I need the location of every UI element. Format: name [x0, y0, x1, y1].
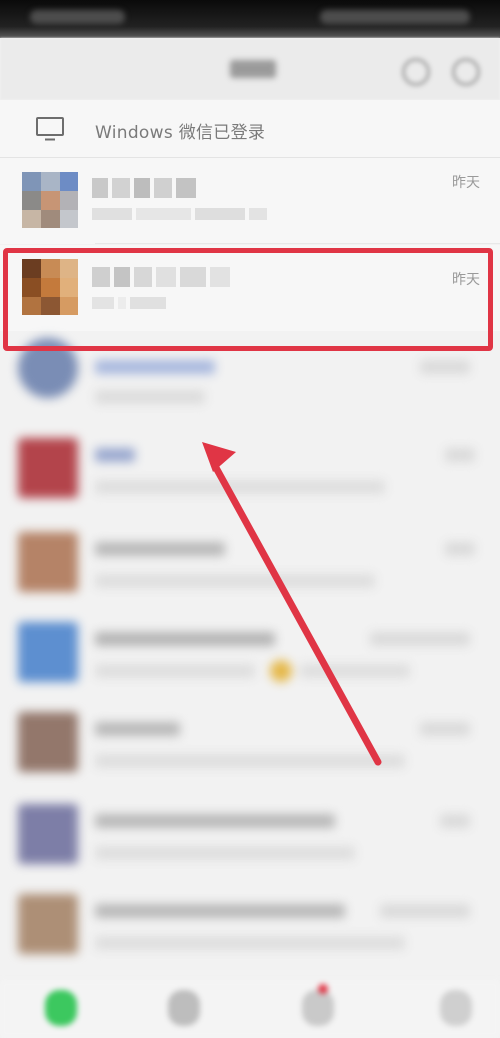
chats-tab-icon[interactable]: [45, 990, 77, 1026]
list-item[interactable]: [0, 610, 500, 696]
page-title: [230, 60, 276, 78]
list-item[interactable]: [0, 520, 500, 606]
add-icon[interactable]: [452, 58, 480, 86]
status-bar-time: [30, 10, 125, 24]
notification-dot: [318, 984, 328, 994]
list-item[interactable]: [0, 700, 500, 786]
windows-login-text: Windows 微信已登录: [95, 123, 266, 143]
divider: [95, 243, 500, 244]
discover-tab-icon[interactable]: [302, 990, 334, 1026]
windows-login-banner[interactable]: Windows 微信已登录: [0, 100, 500, 158]
list-item[interactable]: [0, 426, 500, 512]
chat-name-redacted: [92, 178, 200, 198]
avatar: [22, 172, 78, 228]
search-icon[interactable]: [402, 58, 430, 86]
status-bar: [0, 0, 500, 38]
chat-time: 昨天: [452, 175, 480, 191]
blurred-chat-list: [0, 330, 500, 980]
contacts-tab-icon[interactable]: [168, 990, 200, 1026]
monitor-icon: [36, 117, 64, 141]
title-bar: [0, 38, 500, 100]
status-bar-indicators: [320, 10, 470, 24]
me-tab-icon[interactable]: [440, 990, 472, 1026]
chat-preview-redacted: [92, 208, 271, 220]
highlight-box: [3, 248, 493, 351]
chat-row-1[interactable]: 昨天: [0, 158, 500, 244]
list-item[interactable]: [0, 882, 500, 968]
bottom-tab-bar: [0, 980, 500, 1038]
list-item[interactable]: [0, 792, 500, 878]
